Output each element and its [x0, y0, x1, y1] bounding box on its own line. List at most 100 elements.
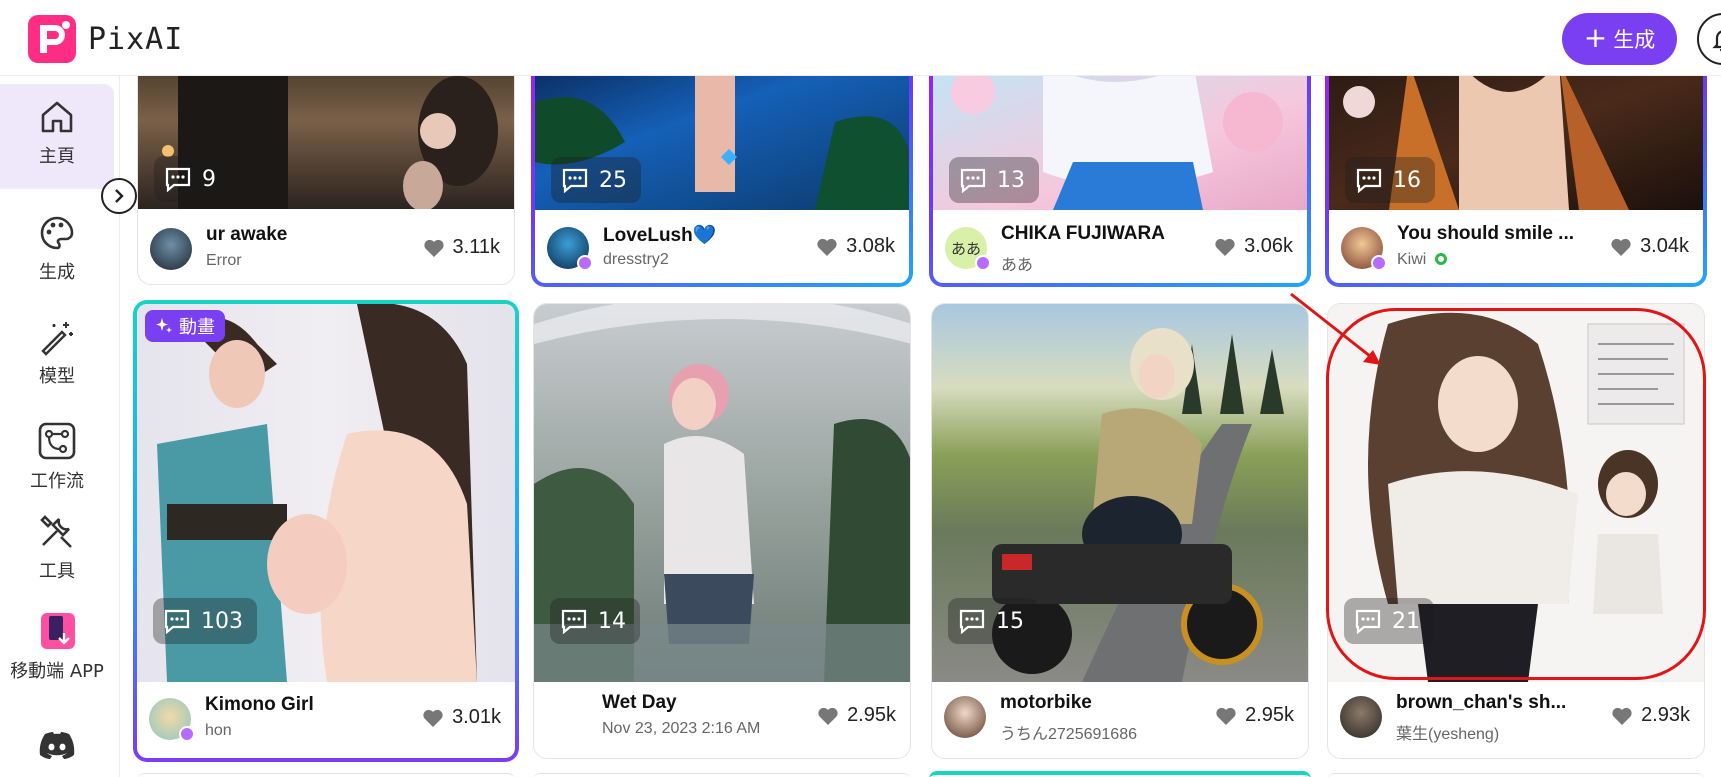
like-button[interactable]: 3.04k	[1610, 235, 1689, 258]
comment-icon	[1355, 609, 1381, 634]
artwork-title[interactable]: Kimono Girl	[205, 694, 314, 716]
sidebar-item-tools[interactable]: 工具	[0, 501, 114, 591]
artwork-thumbnail[interactable]: 動畫 103	[137, 304, 515, 682]
comment-icon	[562, 168, 588, 193]
sidebar-item-workflow[interactable]: 工作流	[0, 409, 114, 509]
like-count: 2.95k	[847, 704, 896, 726]
comment-count-badge: 13	[949, 157, 1039, 203]
like-button[interactable]: 2.93k	[1611, 704, 1690, 727]
top-header: PixAI + 生成	[0, 0, 1721, 76]
like-count: 2.95k	[1245, 704, 1294, 726]
plus-icon: +	[1583, 20, 1608, 54]
artwork-title[interactable]: LoveLush💙	[603, 223, 716, 247]
app-name[interactable]: PixAI	[88, 22, 183, 57]
artwork-thumbnail[interactable]: 25	[535, 62, 909, 210]
comment-count: 9	[202, 166, 216, 192]
sidebar-item-label: 移動端 APP	[10, 661, 104, 682]
comment-count-badge: 103	[153, 598, 257, 644]
comment-count: 15	[996, 608, 1024, 634]
artwork-card[interactable]: 13 ああ CHIKA FUJIWARA ああ 3.06k	[929, 58, 1311, 287]
comment-count-badge: 15	[948, 598, 1038, 644]
author-name[interactable]: hon	[205, 722, 232, 740]
comment-count: 21	[1392, 608, 1420, 634]
sidebar-item-discord[interactable]	[0, 726, 114, 776]
heart-icon	[818, 707, 838, 725]
author-name[interactable]: Kiwi	[1397, 251, 1447, 269]
created-date: Nov 23, 2023 2:16 AM	[602, 720, 761, 737]
sidebar-item-models[interactable]: 模型	[0, 306, 114, 406]
artwork-card[interactable]: 14 Wet Day Nov 23, 2023 2:16 AM 2.95k	[533, 303, 911, 759]
artwork-title[interactable]: brown_chan's sh...	[1396, 692, 1566, 714]
author-name[interactable]: 葉生(yesheng)	[1396, 720, 1499, 744]
artwork-title[interactable]: motorbike	[1000, 692, 1092, 714]
author-name[interactable]: ああ	[1001, 251, 1033, 275]
sparkle-icon	[156, 318, 172, 333]
sidebar-item-mobile-app[interactable]: 移動端 APP	[0, 611, 114, 701]
sidebar-collapse-button[interactable]	[101, 178, 137, 214]
artwork-card[interactable]: 25 LoveLush💙 dresstry2 3.08k	[531, 58, 913, 287]
home-icon	[41, 101, 73, 133]
comment-count-badge: 14	[550, 598, 640, 644]
comment-count: 103	[201, 608, 243, 634]
comment-icon	[561, 609, 587, 634]
artwork-title[interactable]: ur awake	[206, 224, 287, 246]
generate-button[interactable]: + 生成	[1562, 13, 1677, 65]
comment-icon	[959, 609, 985, 634]
verified-badge-icon	[1371, 255, 1387, 271]
like-count: 2.93k	[1641, 704, 1690, 726]
author-name-text: Kiwi	[1397, 251, 1427, 268]
verified-badge-icon	[179, 726, 195, 742]
avatar[interactable]	[1340, 696, 1382, 738]
comment-count-badge: 25	[551, 157, 641, 203]
card-info: brown_chan's sh... 葉生(yesheng) 2.93k	[1328, 680, 1704, 758]
like-button[interactable]: 3.08k	[816, 235, 895, 258]
verified-badge-icon	[975, 255, 991, 271]
artwork-thumbnail[interactable]: 9	[138, 61, 514, 209]
annotation-arrow-icon	[1290, 292, 1381, 365]
card-info: ur awake Error 3.11k	[138, 212, 514, 284]
sidebar-item-home[interactable]: 主頁	[0, 84, 114, 189]
next-row-card-edge	[929, 771, 1311, 777]
animation-badge: 動畫	[145, 310, 225, 342]
like-button[interactable]: 3.01k	[422, 706, 501, 729]
avatar[interactable]	[944, 696, 986, 738]
like-count: 3.04k	[1640, 235, 1689, 257]
artwork-title[interactable]: Wet Day	[602, 692, 677, 714]
heart-icon	[1612, 707, 1632, 725]
mobile-app-icon	[41, 613, 75, 649]
author-name[interactable]: dresstry2	[603, 251, 669, 269]
comment-icon	[1356, 168, 1382, 193]
pixai-logo-icon[interactable]	[28, 15, 76, 63]
like-button[interactable]: 2.95k	[817, 704, 896, 727]
heart-icon	[1611, 238, 1631, 256]
like-button[interactable]: 2.95k	[1215, 704, 1294, 727]
artwork-card[interactable]: 15 motorbike うちん2725691686 2.95k	[931, 303, 1309, 759]
artwork-thumbnail[interactable]: 13	[933, 62, 1307, 210]
sidebar-item-generate[interactable]: 生成	[0, 202, 114, 302]
next-row-card-edge	[1327, 773, 1705, 777]
card-info: ああ CHIKA FUJIWARA ああ 3.06k	[933, 211, 1307, 283]
artwork-title[interactable]: You should smile ...	[1397, 223, 1574, 245]
heart-icon	[423, 239, 444, 257]
comment-count: 25	[599, 167, 627, 193]
like-button[interactable]: 3.06k	[1214, 235, 1293, 258]
artwork-thumbnail[interactable]: 16	[1329, 62, 1703, 210]
artwork-card[interactable]: 動畫 103 Kimono Girl hon 3.01k	[133, 300, 519, 762]
like-button[interactable]: 3.11k	[423, 236, 500, 259]
sidebar-item-label: 主頁	[39, 146, 75, 167]
artwork-thumbnail[interactable]: 15	[932, 304, 1308, 682]
artwork-card[interactable]: 16 You should smile ... Kiwi 3.04k	[1325, 58, 1707, 287]
like-count: 3.11k	[452, 236, 500, 258]
artwork-thumbnail[interactable]: 14	[534, 304, 910, 682]
avatar[interactable]	[150, 228, 192, 270]
artwork-card[interactable]: 9 ur awake Error 3.11k	[137, 60, 515, 285]
bell-icon	[1712, 30, 1721, 52]
author-name[interactable]: Error	[206, 252, 242, 270]
card-info: LoveLush💙 dresstry2 3.08k	[535, 211, 909, 283]
comment-count: 13	[997, 167, 1025, 193]
workflow-icon	[38, 422, 76, 460]
author-name[interactable]: うちん2725691686	[1000, 720, 1137, 744]
card-info: Kimono Girl hon 3.01k	[137, 682, 515, 758]
artwork-title[interactable]: CHIKA FUJIWARA	[1001, 223, 1165, 245]
notification-button[interactable]	[1697, 13, 1721, 65]
